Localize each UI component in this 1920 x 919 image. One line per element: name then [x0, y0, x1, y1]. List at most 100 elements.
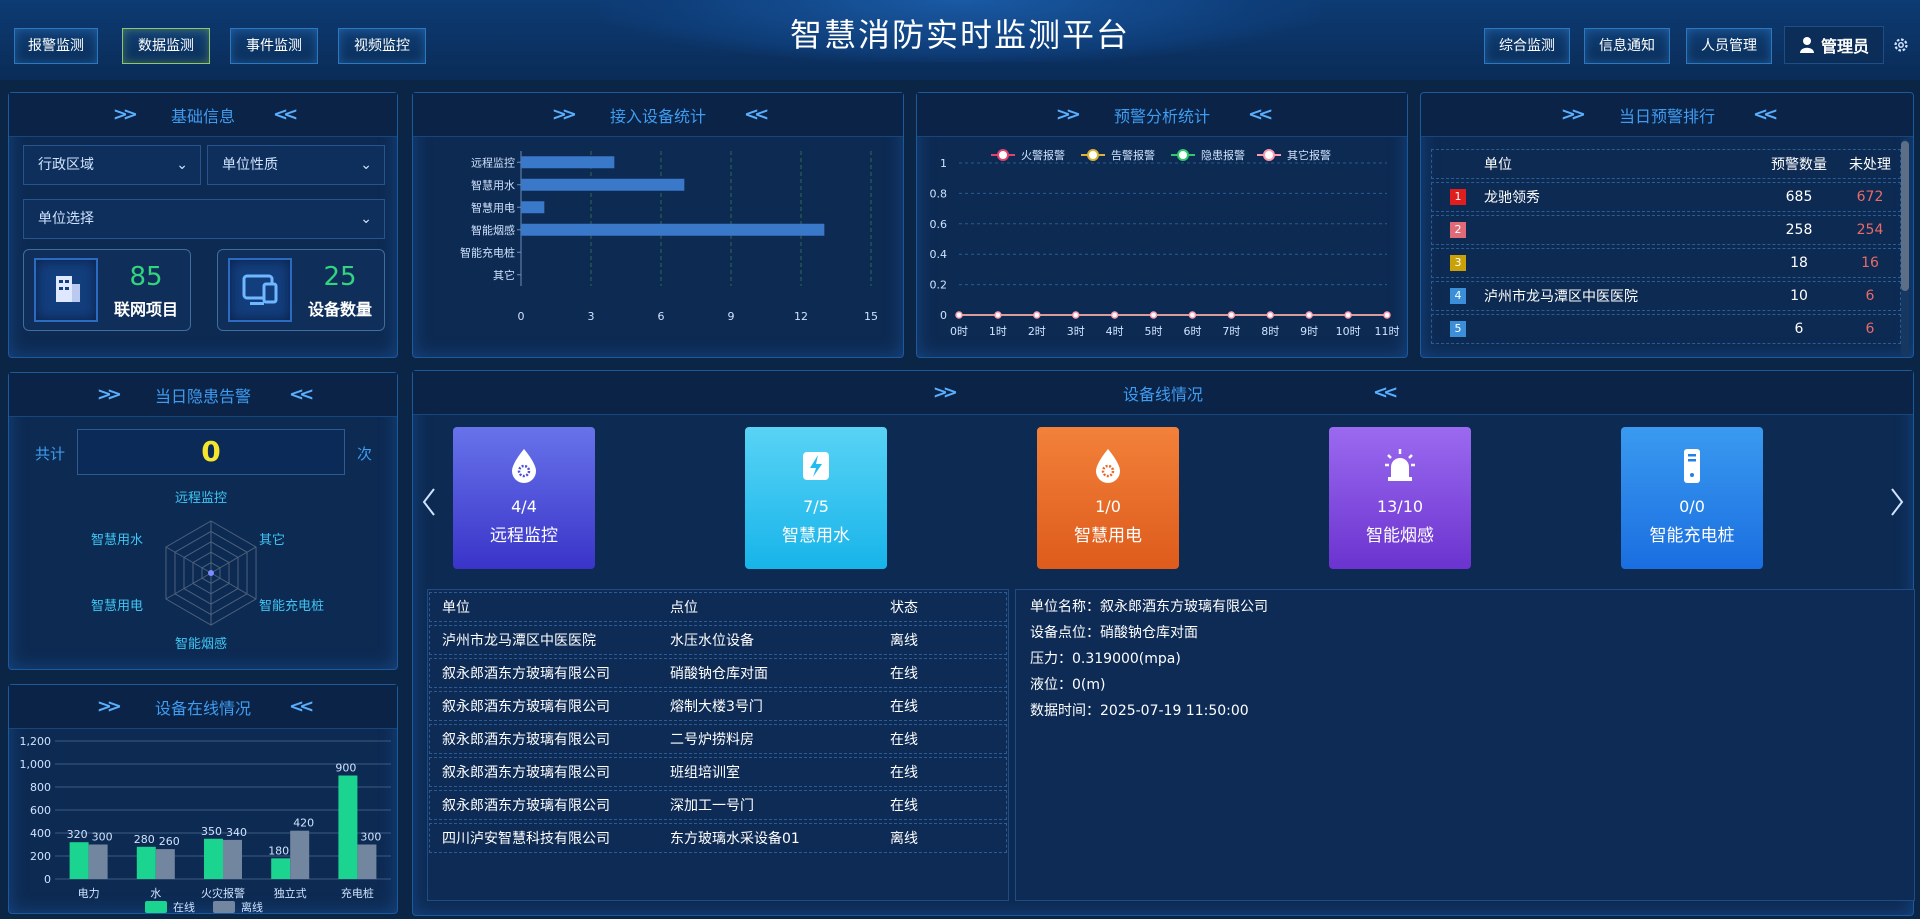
radar-axis-label: 智能烟感	[175, 637, 228, 652]
nav-personnel[interactable]: 人员管理	[1686, 28, 1772, 64]
y-tick-label: 1,200	[20, 735, 52, 748]
nav-overview-monitor[interactable]: 综合监测	[1484, 28, 1570, 64]
table-row[interactable]: 2 258 254	[1431, 215, 1901, 245]
legend-item[interactable]: 在线	[145, 900, 195, 913]
building-icon	[34, 258, 98, 322]
table-row[interactable]: 叙永郎酒东方玻璃有限公司 二号炉捞料房 在线	[429, 724, 1007, 754]
data-label: 340	[226, 826, 247, 839]
point-cell: 硝酸钠仓库对面	[670, 666, 768, 682]
unit-cell: 叙永郎酒东方玻璃有限公司	[442, 699, 610, 715]
legend-item[interactable]: 火警报警	[991, 148, 1065, 162]
table-row[interactable]: 叙永郎酒东方玻璃有限公司 深加工一号门 在线	[429, 790, 1007, 820]
y-tick-label: 800	[30, 781, 51, 794]
next-arrow-icon[interactable]	[1889, 487, 1905, 517]
scrollbar-thumb[interactable]	[1901, 141, 1909, 291]
data-label: 260	[159, 835, 180, 848]
data-point	[1344, 311, 1352, 319]
user-menu[interactable]: 管理员	[1784, 26, 1884, 64]
data-point	[1110, 311, 1119, 319]
bar	[290, 830, 310, 879]
data-point	[1149, 311, 1158, 319]
table-row[interactable]: 泸州市龙马潭区中医医院 水压水位设备 离线	[429, 625, 1007, 655]
x-tick-label: 0时	[950, 325, 968, 338]
detail-point: 设备点位：硝酸钠仓库对面	[1030, 625, 1198, 641]
rank-cell: 4	[1432, 288, 1484, 304]
legend-item[interactable]: 隐患报警	[1171, 148, 1245, 162]
nav-data-monitor[interactable]: 数据监测	[122, 28, 210, 64]
table-row[interactable]: 叙永郎酒东方玻璃有限公司 班组培训室 在线	[429, 757, 1007, 787]
rank-badge: 4	[1450, 288, 1466, 304]
radar-axis-label: 智慧用水	[91, 533, 144, 548]
table-row[interactable]: 四川泸安智慧科技有限公司 东方玻璃水采设备01 离线	[429, 823, 1007, 853]
unit-cell: 叙永郎酒东方玻璃有限公司	[442, 732, 610, 748]
device-card-electric[interactable]: 1/0 智慧用电	[1037, 427, 1179, 569]
pending-cell: 6	[1865, 288, 1875, 304]
legend-item[interactable]: 告警报警	[1081, 148, 1155, 162]
nav-notifications[interactable]: 信息通知	[1584, 28, 1670, 64]
device-card-smoke[interactable]: 13/10 智能烟感	[1329, 427, 1471, 569]
table-row[interactable]: 5 6 6	[1431, 314, 1901, 344]
device-count: 13/10	[1376, 497, 1424, 516]
unit-cell: 泸州市龙马潭区中医医院	[1484, 289, 1638, 305]
stat-network-projects: 85 联网项目	[23, 249, 191, 331]
chevron-left-icon: <<	[1373, 382, 1398, 403]
device-card-water[interactable]: 7/5 智慧用水	[745, 427, 887, 569]
gear-icon[interactable]	[1892, 36, 1910, 54]
unit-cell: 龙驰领秀	[1484, 190, 1540, 206]
legend-label: 隐患报警	[1201, 148, 1245, 162]
online-devices-panel: >> 设备在线情况 << 0 200 400 600 800 1,000 1,200 电力 32…	[8, 684, 398, 914]
point-cell: 班组培训室	[670, 765, 740, 781]
device-type-name: 智慧用电	[1074, 526, 1142, 546]
device-card-charger[interactable]: 0/0 智能充电桩	[1621, 427, 1763, 569]
unit-type-select-label: 单位性质	[222, 157, 278, 173]
x-tick-label: 9时	[1300, 325, 1318, 338]
status-cell: 在线	[890, 732, 918, 748]
unit-type-select[interactable]: 单位性质 ⌄	[207, 145, 385, 185]
table-row[interactable]: 1 龙驰领秀 685 672	[1431, 182, 1901, 212]
point-cell: 熔制大楼3号门	[670, 699, 763, 715]
data-point	[955, 311, 963, 319]
data-label: 180	[268, 844, 289, 857]
radar-spoke	[165, 572, 212, 600]
x-tick-label: 9	[728, 310, 735, 323]
data-point	[1227, 311, 1236, 319]
prev-arrow-icon[interactable]	[421, 487, 437, 517]
count-cell: 10	[1790, 288, 1808, 304]
legend-label: 在线	[173, 900, 195, 913]
legend-item[interactable]: 其它报警	[1257, 148, 1331, 162]
point-cell: 二号炉捞料房	[670, 732, 754, 748]
bar	[521, 223, 825, 236]
detail-time: 数据时间：2025-07-19 11:50:00	[1030, 703, 1249, 719]
device-type-name: 智能充电桩	[1649, 526, 1735, 546]
chevron-down-icon: ⌄	[360, 211, 372, 227]
legend-label: 火警报警	[1021, 148, 1065, 162]
chevron-left-icon: <<	[289, 696, 314, 717]
panel-title: 当日预警排行	[1618, 106, 1715, 126]
legend-label: 告警报警	[1111, 148, 1155, 162]
devices-icon	[228, 258, 292, 322]
table-row[interactable]: 叙永郎酒东方玻璃有限公司 硝酸钠仓库对面 在线	[429, 658, 1007, 688]
device-count: 7/5	[803, 497, 829, 516]
bar	[204, 838, 223, 879]
status-cell: 在线	[890, 666, 918, 682]
data-point	[1305, 311, 1313, 319]
table-row[interactable]: 3 18 16	[1431, 248, 1901, 278]
y-tick-label: 600	[30, 804, 51, 817]
legend-marker	[1263, 149, 1275, 161]
nav-event-monitor[interactable]: 事件监测	[230, 28, 318, 64]
unit-select[interactable]: 单位选择 ⌄	[23, 199, 385, 239]
bar	[357, 844, 377, 879]
basic-info-panel: >> 基础信息 << 行政区域 ⌄ 单位性质 ⌄ 单位选择 ⌄ 85 联网项目 …	[8, 92, 398, 358]
stat-device-count: 25 设备数量	[217, 249, 385, 331]
scrollbar[interactable]	[1901, 139, 1909, 357]
region-select[interactable]: 行政区域 ⌄	[23, 145, 201, 185]
rank-badge: 1	[1450, 189, 1466, 205]
table-row[interactable]: 4 泸州市龙马潭区中医医院 10 6	[1431, 281, 1901, 311]
nav-video-monitor[interactable]: 视频监控	[338, 28, 426, 64]
legend-item[interactable]: 离线	[213, 900, 263, 913]
table-header: 单位 预警数量 未处理	[1431, 149, 1901, 179]
nav-alarm-monitor[interactable]: 报警监测	[14, 28, 98, 64]
device-card-remote[interactable]: 4/4 远程监控	[453, 427, 595, 569]
y-tick-label: 0.4	[930, 248, 948, 261]
table-row[interactable]: 叙永郎酒东方玻璃有限公司 熔制大楼3号门 在线	[429, 691, 1007, 721]
